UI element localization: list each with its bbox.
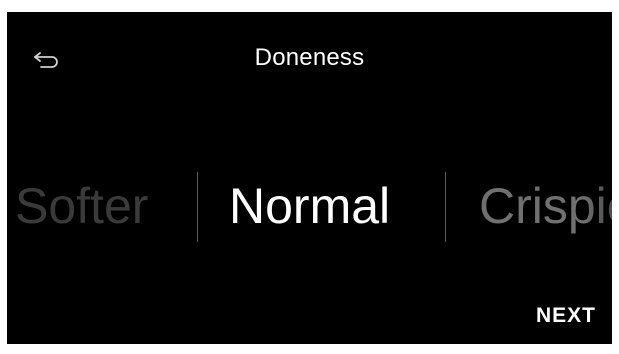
option-normal[interactable]: Normal [229,170,390,242]
doneness-screen: Doneness Softer Normal Crispier NEXT [7,12,612,344]
option-crispier[interactable]: Crispier [479,170,612,242]
option-softer[interactable]: Softer [15,170,148,242]
page-title: Doneness [254,44,365,71]
divider [197,172,198,242]
next-button[interactable]: NEXT [536,304,596,328]
divider [445,172,446,242]
doneness-picker[interactable]: Softer Normal Crispier [7,162,612,252]
